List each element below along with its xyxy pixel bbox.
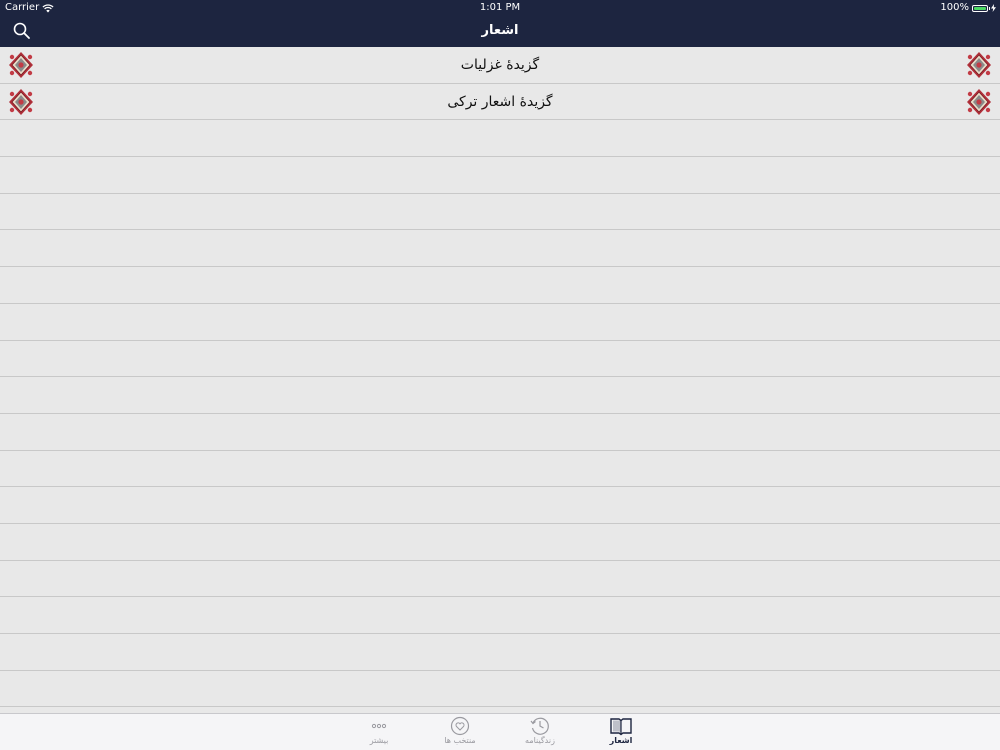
navigation-bar: Carrier 1:01 PM 100% اشعار	[0, 0, 1000, 47]
empty-list-row	[0, 377, 1000, 414]
empty-list-row	[0, 157, 1000, 194]
status-time: 1:01 PM	[479, 2, 521, 13]
history-clock-icon	[530, 717, 549, 735]
empty-list-row	[0, 120, 1000, 158]
empty-list-row	[0, 523, 1000, 561]
book-icon	[610, 718, 632, 736]
ornament-icon	[966, 51, 992, 79]
more-icon	[371, 723, 387, 729]
empty-list-row	[0, 230, 1000, 268]
empty-list-row	[0, 670, 1000, 708]
empty-list-row	[0, 193, 1000, 231]
page-title: اشعار	[481, 23, 519, 38]
status-battery: 100%	[940, 1, 996, 15]
tab-more-label: بیشتر	[369, 736, 389, 745]
tab-biography-label: زندگینامه	[525, 736, 555, 745]
list-item-label: گزیدهٔ غزلیات	[460, 57, 540, 73]
empty-list-row	[0, 634, 1000, 671]
tab-more[interactable]: بیشتر	[344, 716, 414, 749]
empty-list-row	[0, 413, 1000, 451]
empty-list-row	[0, 450, 1000, 488]
charging-bolt-icon	[991, 4, 996, 12]
app-window: Carrier 1:01 PM 100% اشعار گزیدهٔ غزلیات…	[0, 0, 1000, 750]
tab-poems-label: اشعار	[609, 736, 633, 745]
list-item-label: گزیدهٔ اشعار ترکی	[447, 93, 553, 110]
list-item[interactable]: گزیدهٔ غزلیات	[0, 47, 1000, 84]
ornament-icon	[966, 88, 992, 116]
tab-favorites-label: منتخب ها	[444, 736, 476, 745]
empty-list-row	[0, 597, 1000, 634]
list-item[interactable]: گزیدهٔ اشعار ترکی	[0, 83, 1000, 121]
tab-poems[interactable]: اشعار	[586, 716, 656, 749]
empty-list-row	[0, 560, 1000, 598]
battery-icon	[972, 4, 990, 12]
tab-favorites[interactable]: منتخب ها	[425, 716, 495, 749]
empty-list-row	[0, 303, 1000, 341]
poetry-list: گزیدهٔ غزلیات گزیدهٔ اشعار ترکی	[0, 47, 1000, 713]
empty-list-row	[0, 487, 1000, 524]
battery-percent: 100%	[940, 2, 969, 13]
tab-bar: بیشتر منتخب ها زندگینامه اشعار	[0, 713, 1000, 750]
tab-biography[interactable]: زندگینامه	[505, 716, 575, 749]
empty-list-row	[0, 340, 1000, 378]
heart-icon	[450, 716, 470, 736]
empty-list-row	[0, 267, 1000, 304]
